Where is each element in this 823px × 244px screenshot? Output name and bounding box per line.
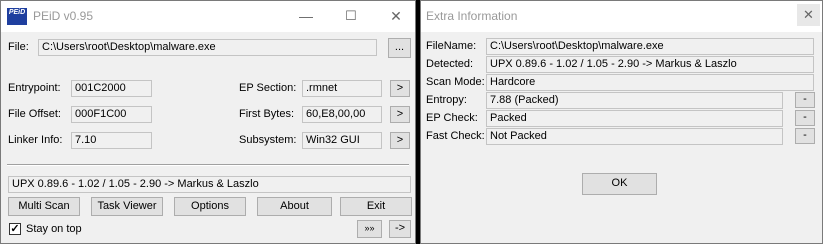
detected-label: Detected:	[426, 58, 474, 70]
entropy-label: Entropy:	[426, 94, 467, 106]
extra-info-window: Extra Information ✕ FileName: C:\Users\r…	[420, 0, 823, 244]
about-button[interactable]: About	[257, 197, 332, 216]
fast-check-detail-button[interactable]: -	[795, 128, 815, 144]
scan-mode-label: Scan Mode:	[426, 76, 485, 88]
ep-check-label: EP Check:	[426, 112, 478, 124]
fast-check-field[interactable]: Not Packed	[486, 128, 783, 145]
stay-on-top-checkbox[interactable]: ✓	[9, 223, 21, 235]
maximize-icon[interactable]: ☐	[342, 8, 360, 24]
first-bytes-more-button[interactable]: >	[390, 106, 410, 123]
first-bytes-field[interactable]: 60,E8,00,00	[302, 106, 382, 123]
extra-info-titlebar[interactable]: Extra Information ✕	[421, 1, 822, 32]
close-icon[interactable]: ✕	[797, 4, 820, 26]
peid-window-title: PEiD v0.95	[33, 9, 94, 23]
ep-check-detail-button[interactable]: -	[795, 110, 815, 126]
file-path-field[interactable]: C:\Users\root\Desktop\malware.exe	[38, 39, 377, 56]
entrypoint-field[interactable]: 001C2000	[71, 80, 152, 97]
extra-info-button[interactable]: ->	[389, 220, 411, 238]
file-label: File:	[8, 41, 29, 53]
ep-section-label: EP Section:	[239, 82, 297, 94]
ok-button[interactable]: OK	[582, 173, 657, 195]
subsystem-label: Subsystem:	[239, 134, 297, 146]
divider	[7, 164, 409, 166]
multi-scan-button[interactable]: Multi Scan	[8, 197, 80, 216]
task-viewer-button[interactable]: Task Viewer	[91, 197, 163, 216]
peid-app-icon: PEiD	[7, 8, 27, 25]
extra-info-window-title: Extra Information	[426, 9, 518, 23]
peid-window: PEiD PEiD v0.95 — ☐ ✕ File: C:\Users\roo…	[0, 0, 416, 244]
subsystem-field[interactable]: Win32 GUI	[302, 132, 382, 149]
filename-field[interactable]: C:\Users\root\Desktop\malware.exe	[486, 38, 814, 55]
entropy-field[interactable]: 7.88 (Packed)	[486, 92, 783, 109]
scan-mode-field[interactable]: Hardcore	[486, 74, 814, 91]
close-icon[interactable]: ✕	[387, 8, 405, 24]
filename-label: FileName:	[426, 40, 477, 52]
file-offset-label: File Offset:	[8, 108, 61, 120]
fast-check-label: Fast Check:	[426, 130, 485, 142]
ep-section-field[interactable]: .rmnet	[302, 80, 382, 97]
first-bytes-label: First Bytes:	[239, 108, 295, 120]
detected-field[interactable]: UPX 0.89.6 - 1.02 / 1.05 - 2.90 -> Marku…	[486, 56, 814, 73]
detection-result-field[interactable]: UPX 0.89.6 - 1.02 / 1.05 - 2.90 -> Marku…	[8, 176, 411, 193]
minimize-icon[interactable]: —	[297, 8, 315, 24]
file-offset-field[interactable]: 000F1C00	[71, 106, 152, 123]
linker-info-field[interactable]: 7.10	[71, 132, 152, 149]
exit-button[interactable]: Exit	[340, 197, 412, 216]
ep-section-more-button[interactable]: >	[390, 80, 410, 97]
subsystem-more-button[interactable]: >	[390, 132, 410, 149]
browse-button[interactable]: ...	[388, 38, 411, 58]
entropy-detail-button[interactable]: -	[795, 92, 815, 108]
peid-titlebar[interactable]: PEiD PEiD v0.95 — ☐ ✕	[1, 1, 415, 32]
plugins-button[interactable]: »»	[357, 220, 382, 238]
options-button[interactable]: Options	[174, 197, 246, 216]
stay-on-top-label: Stay on top	[26, 223, 82, 235]
entrypoint-label: Entrypoint:	[8, 82, 61, 94]
linker-info-label: Linker Info:	[8, 134, 63, 146]
ep-check-field[interactable]: Packed	[486, 110, 783, 127]
